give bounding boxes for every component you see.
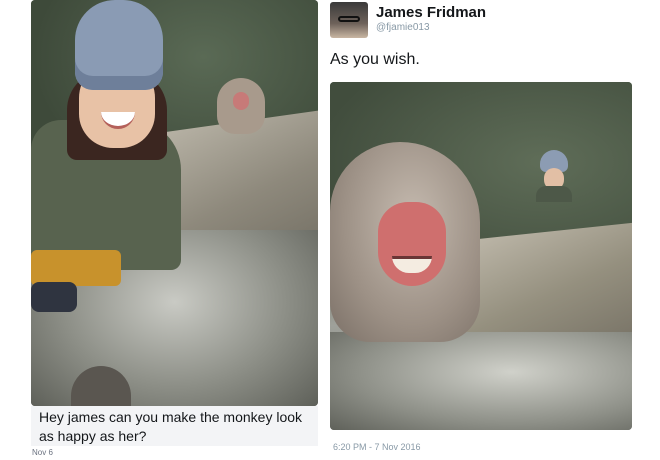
glasses-icon: [338, 16, 360, 22]
monkey-grin: [392, 256, 432, 273]
woman-smile: [101, 112, 135, 129]
request-date: Nov 6: [32, 448, 53, 457]
reply-photo[interactable]: [330, 82, 632, 430]
request-photo[interactable]: [31, 0, 318, 406]
monkey-face: [378, 202, 446, 286]
woman-body: [536, 186, 572, 202]
woman-pants: [31, 250, 121, 286]
snowy-ground: [330, 332, 632, 430]
monkey-in-water: [217, 78, 265, 134]
author-name[interactable]: James Fridman: [376, 4, 486, 21]
request-caption: Hey james can you make the monkey look a…: [31, 406, 318, 446]
tweet-text: As you wish.: [330, 51, 420, 68]
woman-in-water: [536, 150, 572, 202]
woman-shoe: [31, 282, 77, 312]
avatar[interactable]: [330, 2, 368, 38]
author-handle[interactable]: @fjamie013: [376, 22, 430, 33]
smiling-monkey: [330, 142, 480, 342]
tweet-timestamp[interactable]: 6:20 PM - 7 Nov 2016: [333, 442, 421, 452]
knit-hat: [75, 0, 163, 90]
